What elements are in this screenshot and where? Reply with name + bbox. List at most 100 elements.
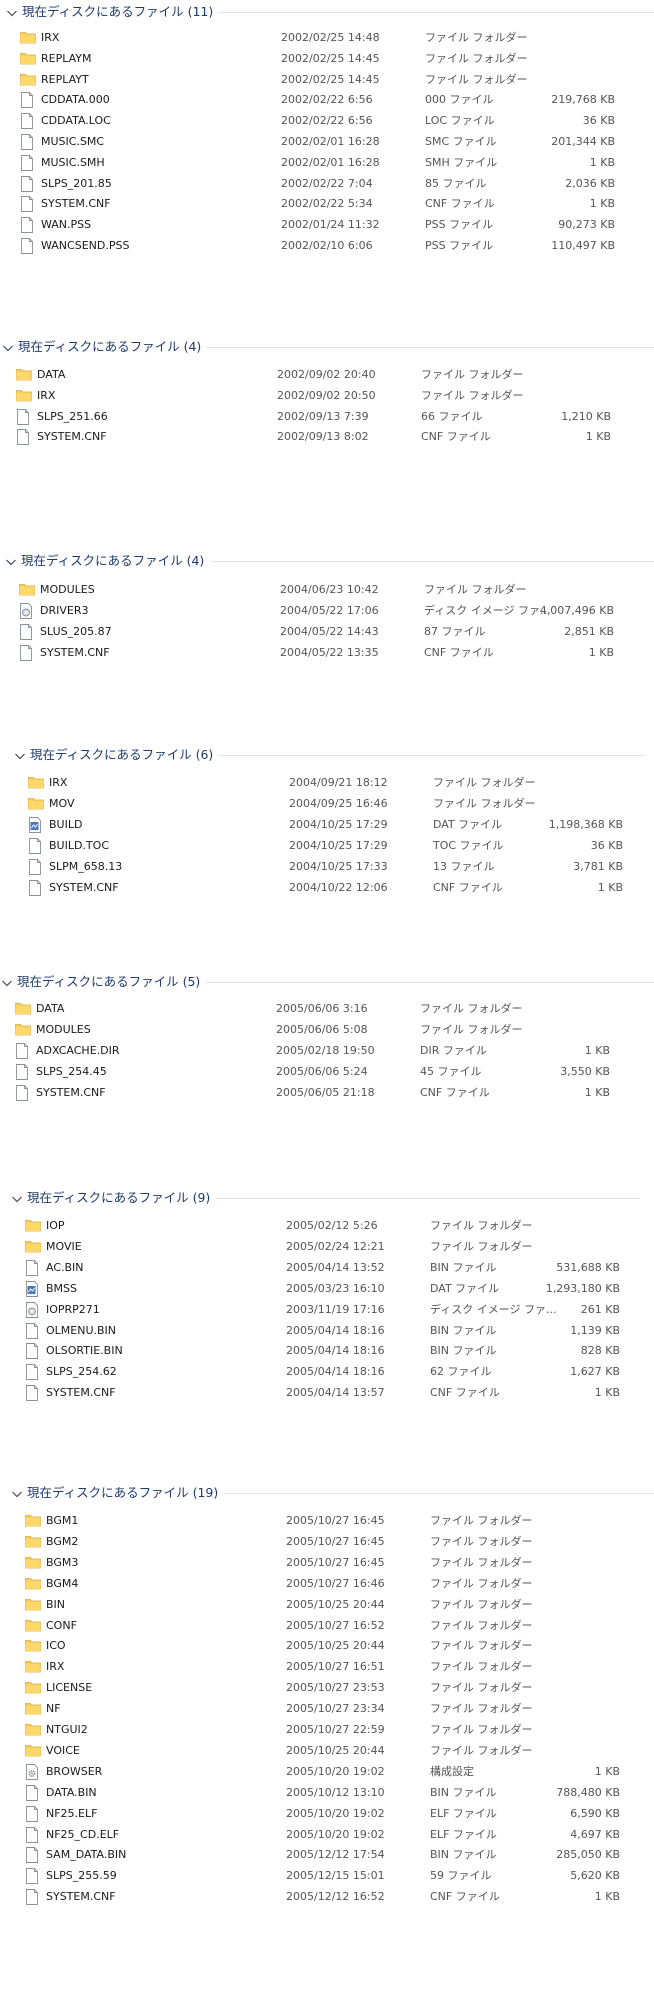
file-row[interactable]: IRX 2005/10/27 16:51 ファイル フォルダー — [5, 1657, 654, 1677]
file-row[interactable]: CDDATA.LOC 2002/02/22 6:56 LOC ファイル 36 KB — [0, 111, 654, 131]
file-icon — [25, 1784, 39, 1801]
group-header[interactable]: 現在ディスクにあるファイル (4) — [0, 338, 654, 356]
file-row[interactable]: ADXCACHE.DIR 2005/02/18 19:50 DIR ファイル 1 KB — [0, 1041, 649, 1061]
file-row[interactable]: CONF 2005/10/27 16:52 ファイル フォルダー — [5, 1616, 654, 1636]
modified-date: 2005/10/27 22:59 — [286, 1723, 385, 1736]
file-row[interactable]: IRX 2002/09/02 20:50 ファイル フォルダー — [0, 386, 650, 406]
file-name: MOVIE — [46, 1239, 82, 1253]
file-name: IRX — [46, 1660, 65, 1674]
file-row[interactable]: MUSIC.SMH 2002/02/01 16:28 SMH ファイル 1 KB — [0, 153, 654, 173]
file-size: 36 KB — [582, 114, 615, 128]
file-size: 1,210 KB — [561, 409, 611, 423]
file-row[interactable]: NTGUI2 2005/10/27 22:59 ファイル フォルダー — [5, 1720, 654, 1740]
file-row[interactable]: DATA 2005/06/06 3:16 ファイル フォルダー — [0, 999, 649, 1019]
file-row[interactable]: IOPRP271 2003/11/19 17:16 ディスク イメージ ファ... 2… — [5, 1300, 654, 1320]
file-row[interactable]: REPLAYM 2002/02/25 14:45 ファイル フォルダー — [0, 49, 654, 69]
file-row[interactable]: IRX 2004/09/21 18:12 ファイル フォルダー — [8, 773, 654, 793]
chevron-down-icon[interactable] — [14, 751, 26, 760]
dat-file-icon — [25, 1280, 39, 1297]
modified-date: 2005/12/12 16:52 — [286, 1890, 385, 1904]
file-row[interactable]: SYSTEM.CNF 2005/12/12 16:52 CNF ファイル 1 KB — [5, 1887, 654, 1907]
file-name: SYSTEM.CNF — [37, 430, 107, 444]
file-row[interactable]: IRX 2002/02/25 14:48 ファイル フォルダー — [0, 28, 654, 48]
file-row[interactable]: MUSIC.SMC 2002/02/01 16:28 SMC ファイル 201,344… — [0, 132, 654, 152]
chevron-down-icon[interactable] — [11, 1194, 23, 1203]
file-row[interactable]: WANCSEND.PSS 2002/02/10 6:06 PSS ファイル 110,4… — [0, 236, 654, 256]
file-row[interactable]: BUILD.TOC 2004/10/25 17:29 TOC ファイル 36 KB — [8, 836, 654, 856]
file-row[interactable]: LICENSE 2005/10/27 23:53 ファイル フォルダー — [5, 1678, 654, 1698]
folder-icon — [20, 30, 36, 46]
modified-date: 2002/09/02 20:40 — [277, 368, 376, 381]
file-row[interactable]: SLPS_251.66 2002/09/13 7:39 66 ファイル 1,210 K… — [0, 407, 650, 427]
file-row[interactable]: BROWSER 2005/10/20 19:02 構成設定 1 KB — [5, 1762, 654, 1782]
file-row[interactable]: SYSTEM.CNF 2005/04/14 13:57 CNF ファイル 1 KB — [5, 1383, 654, 1403]
file-row[interactable]: CDDATA.000 2002/02/22 6:56 000 ファイル 219,768… — [0, 90, 654, 110]
file-row[interactable]: MOVIE 2005/02/24 12:21 ファイル フォルダー — [5, 1237, 654, 1257]
file-row[interactable]: SYSTEM.CNF 2002/02/22 5:34 CNF ファイル 1 KB — [0, 194, 654, 214]
file-name: SLUS_205.87 — [40, 625, 112, 638]
file-row[interactable]: SYSTEM.CNF 2004/05/22 13:35 CNF ファイル 1 KB — [0, 643, 653, 663]
file-row[interactable]: MOV 2004/09/25 16:46 ファイル フォルダー — [8, 794, 654, 814]
file-size: 6,590 KB — [570, 1806, 620, 1820]
file-row[interactable]: OLMENU.BIN 2005/04/14 18:16 BIN ファイル 1,139 … — [5, 1321, 654, 1341]
chevron-down-icon[interactable] — [1, 978, 13, 987]
file-row[interactable]: IOP 2005/02/12 5:26 ファイル フォルダー — [5, 1216, 654, 1236]
file-row[interactable]: BGM2 2005/10/27 16:45 ファイル フォルダー — [5, 1532, 654, 1552]
folder-icon — [25, 1218, 41, 1234]
file-row[interactable]: SLPM_658.13 2004/10/25 17:33 13 ファイル 3,781 … — [8, 857, 654, 877]
file-row[interactable]: REPLAYT 2002/02/25 14:45 ファイル フォルダー — [0, 70, 654, 90]
file-row[interactable]: NF25_CD.ELF 2005/10/20 19:02 ELF ファイル 4,697… — [5, 1825, 654, 1845]
file-row[interactable]: SYSTEM.CNF 2005/06/05 21:18 CNF ファイル 1 KB — [0, 1083, 649, 1103]
file-type: ファイル フォルダー — [433, 797, 536, 810]
file-row[interactable]: NF25.ELF 2005/10/20 19:02 ELF ファイル 6,590 KB — [5, 1804, 654, 1824]
group-header[interactable]: 現在ディスクにあるファイル (19) — [0, 1484, 654, 1502]
file-row[interactable]: DATA 2002/09/02 20:40 ファイル フォルダー — [0, 365, 650, 385]
file-row[interactable]: MODULES 2005/06/06 5:08 ファイル フォルダー — [0, 1020, 649, 1040]
group-header[interactable]: 現在ディスクにあるファイル (11) — [0, 3, 654, 21]
file-row[interactable]: BIN 2005/10/25 20:44 ファイル フォルダー — [5, 1595, 654, 1615]
file-row[interactable]: VOICE 2005/10/25 20:44 ファイル フォルダー — [5, 1741, 654, 1761]
file-row[interactable]: WAN.PSS 2002/01/24 11:32 PSS ファイル 90,273 KB — [0, 215, 654, 235]
file-icon — [20, 196, 34, 213]
chevron-down-icon[interactable] — [6, 8, 18, 17]
chevron-down-icon[interactable] — [2, 343, 14, 352]
file-type: BIN ファイル — [430, 1848, 497, 1862]
file-row[interactable]: SAM_DATA.BIN 2005/12/12 17:54 BIN ファイル 285,… — [5, 1845, 654, 1865]
file-row[interactable]: SLUS_205.87 2004/05/22 14:43 87 ファイル 2,851 … — [0, 622, 653, 642]
file-row[interactable]: MODULES 2004/06/23 10:42 ファイル フォルダー — [0, 580, 653, 600]
file-row[interactable]: SLPS_201.85 2002/02/22 7:04 85 ファイル 2,036 K… — [0, 174, 654, 194]
modified-date: 2002/02/25 14:45 — [281, 51, 380, 65]
file-row[interactable]: NF 2005/10/27 23:34 ファイル フォルダー — [5, 1699, 654, 1719]
file-row[interactable]: SLPS_255.59 2005/12/15 15:01 59 ファイル 5,620 … — [5, 1866, 654, 1886]
file-row[interactable]: SLPS_254.62 2005/04/14 18:16 62 ファイル 1,627 … — [5, 1362, 654, 1382]
modified-date: 2002/02/01 16:28 — [281, 155, 380, 169]
file-row[interactable]: ICO 2005/10/25 20:44 ファイル フォルダー — [5, 1636, 654, 1656]
file-row[interactable]: BGM4 2005/10/27 16:46 ファイル フォルダー — [5, 1574, 654, 1594]
file-row[interactable]: OLSORTIE.BIN 2005/04/14 18:16 BIN ファイル 828 … — [5, 1341, 654, 1361]
folder-icon — [25, 1680, 41, 1696]
file-row[interactable]: DRIVER3 2004/05/22 17:06 ディスク イメージ ファ... 4,… — [0, 601, 653, 621]
file-row[interactable]: SYSTEM.CNF 2002/09/13 8:02 CNF ファイル 1 KB — [0, 427, 650, 447]
file-row[interactable]: SLPS_254.45 2005/06/06 5:24 45 ファイル 3,550 K… — [0, 1062, 649, 1082]
group-header[interactable]: 現在ディスクにあるファイル (6) — [0, 746, 654, 764]
file-row[interactable]: BGM1 2005/10/27 16:45 ファイル フォルダー — [5, 1511, 654, 1531]
file-row[interactable]: BMSS 2005/03/23 16:10 DAT ファイル 1,293,180 KB — [5, 1279, 654, 1299]
file-size: 1 KB — [589, 155, 615, 169]
file-type: 62 ファイル — [430, 1365, 492, 1379]
file-size: 531,688 KB — [556, 1260, 620, 1274]
chevron-down-icon[interactable] — [11, 1489, 23, 1498]
folder-icon — [16, 388, 32, 404]
group-header[interactable]: 現在ディスクにあるファイル (5) — [0, 973, 654, 991]
chevron-down-icon[interactable] — [5, 557, 17, 566]
file-icon — [15, 1063, 29, 1080]
file-row[interactable]: SYSTEM.CNF 2004/10/22 12:06 CNF ファイル 1 KB — [8, 878, 654, 898]
file-row[interactable]: DATA.BIN 2005/10/12 13:10 BIN ファイル 788,480 … — [5, 1783, 654, 1803]
file-row[interactable]: BGM3 2005/10/27 16:45 ファイル フォルダー — [5, 1553, 654, 1573]
file-row[interactable]: AC.BIN 2005/04/14 13:52 BIN ファイル 531,688 KB — [5, 1258, 654, 1278]
modified-date: 2004/05/22 13:35 — [280, 646, 379, 659]
file-row[interactable]: BUILD 2004/10/25 17:29 DAT ファイル 1,198,368 K… — [8, 815, 654, 835]
file-size: 1 KB — [589, 197, 615, 211]
group-header[interactable]: 現在ディスクにあるファイル (9) — [0, 1189, 654, 1207]
file-icon — [25, 1847, 39, 1864]
group-header[interactable]: 現在ディスクにあるファイル (4) — [0, 552, 654, 570]
